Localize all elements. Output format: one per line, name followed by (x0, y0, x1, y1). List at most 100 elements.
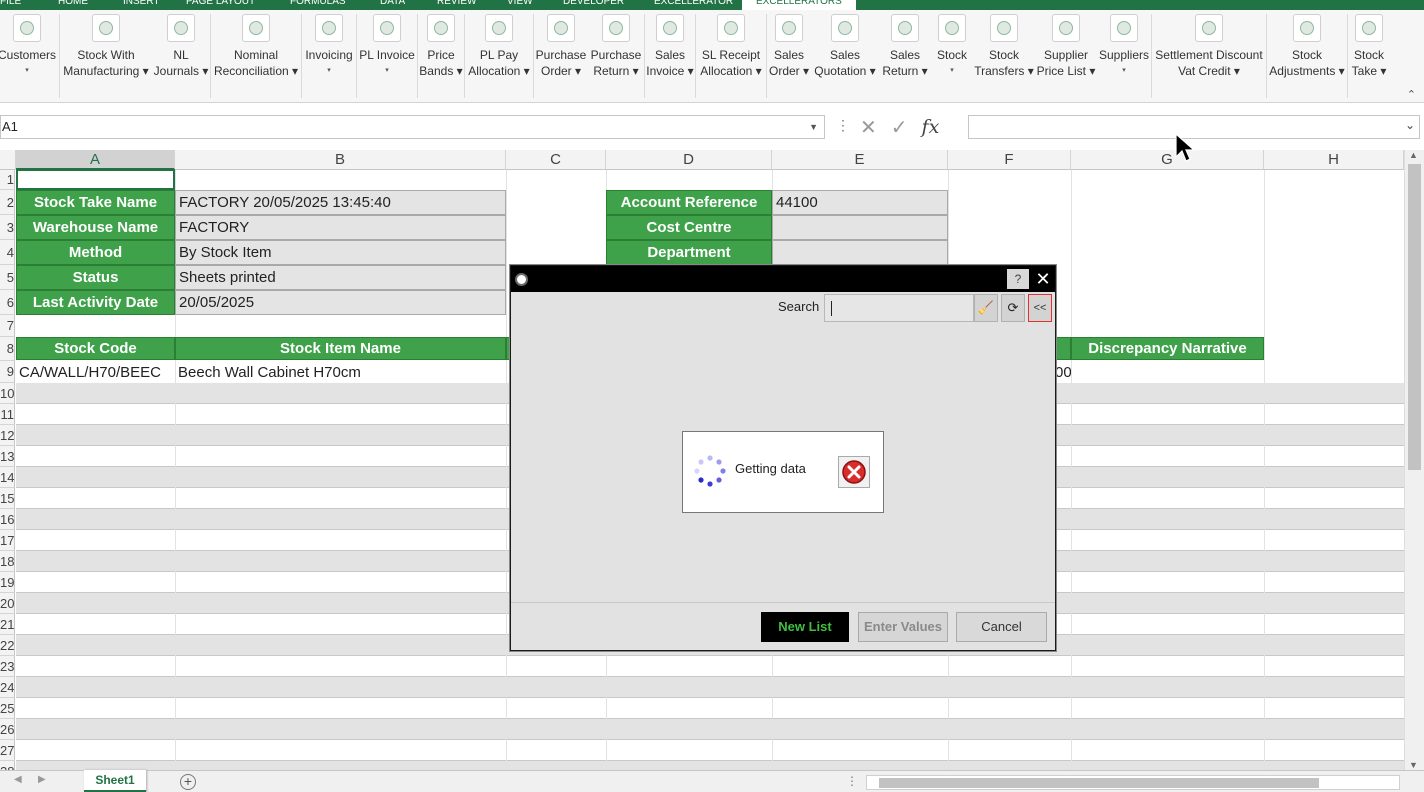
collapse-ribbon-icon[interactable]: ⌃ (1407, 88, 1416, 101)
ribbon-pl-invoice-button[interactable]: PL Invoice ▾ (357, 10, 417, 100)
table-row[interactable] (16, 656, 1404, 677)
ribbon-purchase-order-button[interactable]: Purchase Order ▾ (534, 10, 588, 100)
tab-page-layout[interactable]: PAGE LAYOUT (186, 0, 255, 10)
ribbon-stock-take-button[interactable]: Stock Take ▾ (1348, 10, 1390, 100)
ribbon-purchase-return-button[interactable]: Purchase Return ▾ (588, 10, 644, 100)
row-header[interactable]: 11 (0, 404, 15, 425)
dialog-title-bar[interactable]: ? ✕ (511, 266, 1055, 292)
new-list-button[interactable]: New List (761, 612, 849, 642)
expand-formula-icon[interactable]: ⌄ (1405, 118, 1415, 132)
row-header[interactable]: 3 (0, 215, 15, 240)
row-header[interactable]: 23 (0, 656, 15, 677)
row-header[interactable]: 8 (0, 337, 15, 361)
vertical-scrollbar[interactable]: ▲ ▼ (1404, 150, 1424, 770)
row-header[interactable]: 5 (0, 265, 15, 290)
scroll-up-icon[interactable]: ▲ (1409, 150, 1418, 160)
table-row[interactable] (16, 719, 1404, 740)
ribbon-suppliers-button[interactable]: Suppliers ▾ (1097, 10, 1151, 100)
row-header[interactable]: 18 (0, 551, 15, 572)
value-stock-take-name[interactable]: FACTORY 20/05/2025 13:45:40 (175, 190, 506, 215)
ribbon-sales-order-button[interactable]: Sales Order ▾ (767, 10, 811, 100)
value-method[interactable]: By Stock Item (175, 240, 506, 265)
tab-home[interactable]: HOME (58, 0, 88, 10)
ribbon-sl-receipt-allocation-button[interactable]: SL Receipt Allocation ▾ (696, 10, 766, 100)
tab-developer[interactable]: DEVELOPER (563, 0, 624, 10)
ribbon-sales-invoice-button[interactable]: Sales Invoice ▾ (645, 10, 695, 100)
scrollbar-thumb[interactable] (879, 778, 1319, 788)
value-cost-centre[interactable] (772, 215, 948, 240)
add-sheet-icon[interactable]: + (180, 774, 196, 790)
row-header[interactable]: 12 (0, 425, 15, 446)
cancel-loading-button[interactable] (838, 456, 870, 488)
value-status[interactable]: Sheets printed (175, 265, 506, 290)
table-row[interactable] (16, 761, 1404, 770)
row-header[interactable]: 19 (0, 572, 15, 593)
enter-values-button[interactable]: Enter Values (858, 612, 948, 642)
scrollbar-thumb[interactable] (1408, 164, 1421, 470)
row-header[interactable]: 16 (0, 509, 15, 530)
row-header[interactable]: 6 (0, 290, 15, 315)
enter-formula-icon[interactable]: ✓ (891, 115, 908, 140)
tab-excellerator[interactable]: EXCELLERATOR (654, 0, 733, 10)
horizontal-scrollbar[interactable] (866, 775, 1400, 790)
next-sheet-icon[interactable]: ▶ (38, 774, 46, 785)
tab-formulas[interactable]: FORMULAS (290, 0, 346, 10)
tab-review[interactable]: REVIEW (437, 0, 476, 10)
tab-excellerators[interactable]: EXCELLERATORS (742, 0, 856, 10)
value-last-activity-date[interactable]: 20/05/2025 (175, 290, 506, 315)
value-account-reference[interactable]: 44100 (772, 190, 948, 215)
ribbon-sales-quotation-button[interactable]: Sales Quotation ▾ (811, 10, 879, 100)
chevron-down-icon[interactable]: ▼ (809, 116, 818, 138)
table-row[interactable] (16, 677, 1404, 698)
cell-stock-code[interactable]: CA/WALL/H70/BEEC (17, 361, 175, 384)
active-cell-a1[interactable] (16, 169, 175, 190)
row-header[interactable]: 20 (0, 593, 15, 614)
tab-data[interactable]: DATA (380, 0, 405, 10)
ribbon-stock-with-manufacturing-button[interactable]: Stock With Manufacturing ▾ (60, 10, 152, 100)
ribbon-price-bands-button[interactable]: Price Bands ▾ (418, 10, 464, 100)
tab-view[interactable]: VIEW (507, 0, 533, 10)
column-header-e[interactable]: E (772, 150, 948, 170)
insert-function-icon[interactable]: fx (922, 116, 940, 138)
column-header-b[interactable]: B (175, 150, 506, 170)
ribbon-supplier-price-list-button[interactable]: Supplier Price List ▾ (1035, 10, 1097, 100)
cell-partial-value[interactable]: 00 (1055, 361, 1071, 384)
column-header-a[interactable]: A (16, 150, 175, 170)
ribbon-nl-journals-button[interactable]: NL Journals ▾ (152, 10, 210, 100)
row-header[interactable]: 1 (0, 170, 15, 190)
value-department[interactable] (772, 240, 948, 265)
ribbon-settlement-discount-button[interactable]: Settlement Discount Vat Credit ▾ (1152, 10, 1266, 100)
clear-search-button[interactable]: 🧹 (974, 294, 998, 322)
ribbon-stock-adjustments-button[interactable]: Stock Adjustments ▾ (1267, 10, 1347, 100)
ribbon-stock-transfers-button[interactable]: Stock Transfers ▾ (973, 10, 1035, 100)
search-input[interactable] (824, 294, 974, 322)
row-header[interactable]: 9 (0, 361, 15, 383)
row-header[interactable]: 21 (0, 614, 15, 635)
row-header[interactable]: 25 (0, 698, 15, 719)
ribbon-pl-pay-allocation-button[interactable]: PL Pay Allocation ▾ (465, 10, 533, 100)
collapse-button[interactable]: << (1028, 294, 1052, 322)
ribbon-nominal-reconciliation-button[interactable]: Nominal Reconciliation ▾ (211, 10, 301, 100)
table-row[interactable] (16, 698, 1404, 719)
refresh-button[interactable]: ⟳ (1001, 294, 1025, 322)
column-header-g[interactable]: G (1071, 150, 1264, 170)
tab-insert[interactable]: INSERT (123, 0, 160, 10)
row-header[interactable]: 10 (0, 383, 15, 404)
cancel-formula-icon[interactable]: ✕ (860, 115, 877, 140)
row-header[interactable]: 14 (0, 467, 15, 488)
row-header[interactable]: 15 (0, 488, 15, 509)
scroll-down-icon[interactable]: ▼ (1409, 760, 1418, 770)
column-header-c[interactable]: C (506, 150, 606, 170)
row-header[interactable]: 26 (0, 719, 15, 740)
column-header-h[interactable]: H (1264, 150, 1404, 170)
row-header[interactable]: 17 (0, 530, 15, 551)
cell-stock-item-name[interactable]: Beech Wall Cabinet H70cm (176, 361, 506, 384)
column-header-f[interactable]: F (948, 150, 1071, 170)
row-header[interactable]: 28 (0, 761, 15, 770)
tab-file[interactable]: FILE (0, 0, 21, 10)
sheet-tab-sheet1[interactable]: Sheet1 (84, 770, 146, 792)
prev-sheet-icon[interactable]: ◀ (14, 774, 22, 785)
ribbon-sales-return-button[interactable]: Sales Return ▾ (879, 10, 931, 100)
table-row[interactable] (16, 740, 1404, 761)
row-header[interactable]: 22 (0, 635, 15, 656)
